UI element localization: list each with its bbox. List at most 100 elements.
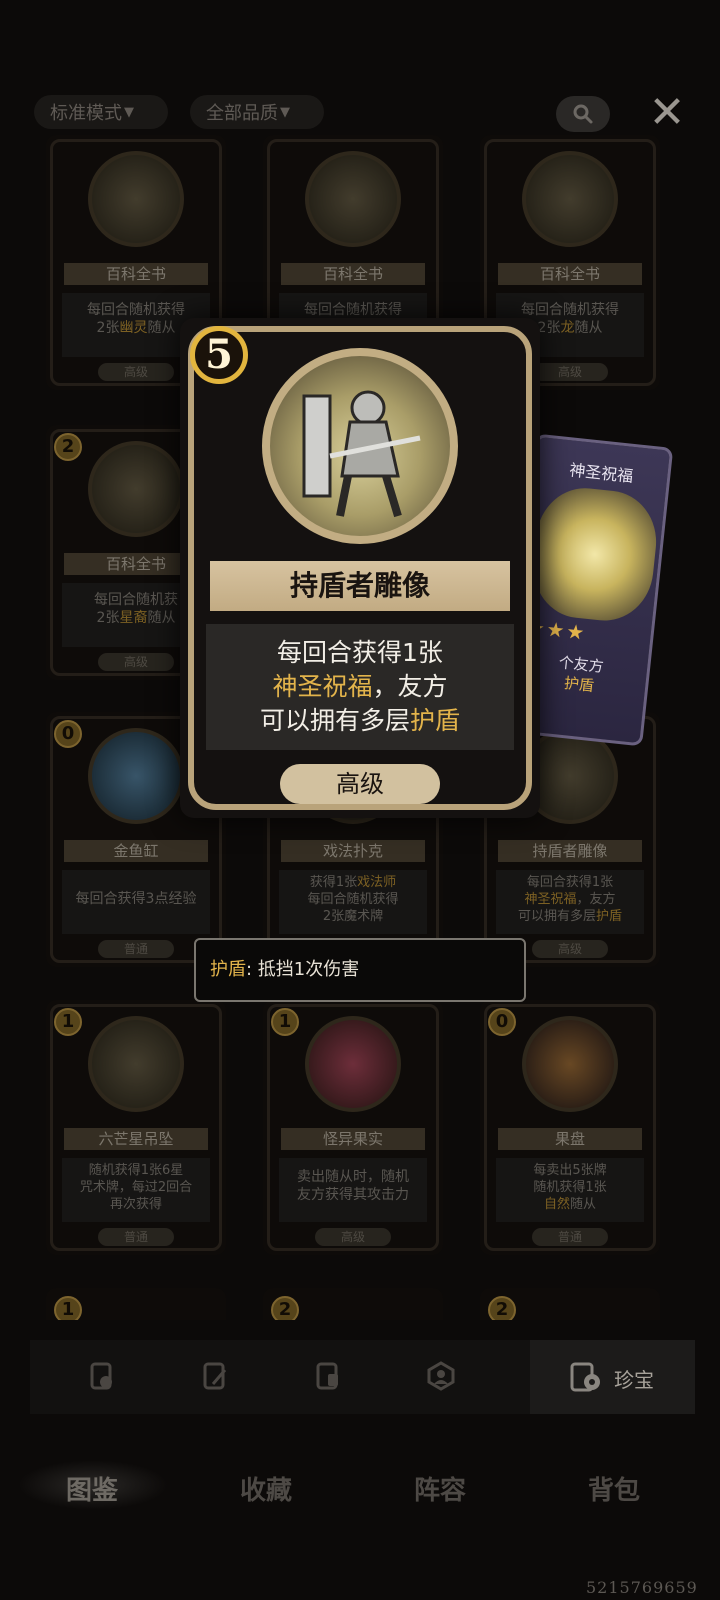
card-name: 果盘 xyxy=(498,1128,642,1150)
desc-line: 神圣祝福，友方 xyxy=(206,670,514,704)
dragonfruit-portrait xyxy=(305,1016,401,1112)
card-desc-line: 自然随从 xyxy=(496,1196,644,1213)
desc-highlight: 戏法师 xyxy=(357,875,397,890)
card-desc: 每回合获得3点经验 xyxy=(62,870,210,934)
card-name: 金鱼缸 xyxy=(64,840,208,862)
cost-badge: 1 xyxy=(271,1008,299,1036)
card-desc-line: 随机获得1张6星 xyxy=(88,1163,184,1178)
lightning-art xyxy=(528,483,662,626)
nav-codex[interactable]: 图鉴 xyxy=(32,1470,152,1507)
tab-spell-cards[interactable] xyxy=(193,1354,237,1398)
tab-heroes[interactable] xyxy=(419,1354,463,1398)
featured-rarity-badge: 高级 xyxy=(280,764,440,804)
desc-text: 2张 xyxy=(96,320,120,336)
close-button[interactable]: ✕ xyxy=(644,90,690,136)
rarity-badge: 高级 xyxy=(315,1228,391,1246)
desc-text: 可以拥有多层 xyxy=(259,706,410,735)
card-name: 戏法扑克 xyxy=(281,840,425,862)
tab-treasures[interactable]: 珍宝 xyxy=(530,1340,695,1414)
card-desc-line: 再次获得 xyxy=(109,1197,162,1212)
category-tab-bar: 珍宝 xyxy=(30,1340,695,1414)
card-desc: 每卖出5张牌 随机获得1张 自然随从 xyxy=(496,1158,644,1222)
relic-card[interactable]: 1 怪异果实 卖出随从时，随机 友方获得其攻击力 高级 xyxy=(263,1000,443,1255)
tooltip-keyword: 护盾 xyxy=(210,959,246,980)
desc-highlight: 神圣祝福 xyxy=(272,672,373,701)
pendant-portrait xyxy=(88,1016,184,1112)
desc-highlight: 自然 xyxy=(543,1197,570,1212)
rarity-badge: 高级 xyxy=(98,363,174,381)
quality-filter[interactable]: 全部品质 ▼ xyxy=(190,95,324,129)
card-desc: 获得1张戏法师 每回合随机获得 2张魔术牌 xyxy=(279,870,427,934)
featured-card[interactable]: 5 持盾者雕像 每回合获得1张 神圣祝福，友方 可以拥有多层护盾 高级 xyxy=(180,318,540,818)
nav-backpack[interactable]: 背包 xyxy=(554,1470,674,1507)
desc-line: 可以拥有多层护盾 xyxy=(206,704,514,738)
desc-highlight: 幽灵 xyxy=(119,320,148,336)
rarity-badge: 普通 xyxy=(532,1228,608,1246)
book-portrait xyxy=(88,441,184,537)
featured-card-desc: 每回合获得1张 神圣祝福，友方 可以拥有多层护盾 xyxy=(206,624,514,750)
featured-card-name: 持盾者雕像 xyxy=(210,561,510,611)
card-desc-line: 咒术牌，每过2回合 xyxy=(79,1180,193,1195)
desc-text: ，友方 xyxy=(372,672,448,701)
card-desc-line: 友方获得其攻击力 xyxy=(297,1187,409,1203)
knight-icon xyxy=(302,390,421,518)
desc-line: 每回合获得1张 xyxy=(277,638,443,667)
keyword-tooltip: 护盾: 抵挡1次伤害 xyxy=(194,938,526,1002)
relic-card[interactable]: 0 果盘 每卖出5张牌 随机获得1张 自然随从 普通 xyxy=(480,1000,660,1255)
card-desc-line: 每回合随机获得 xyxy=(87,302,185,318)
partial-card-row: 1 2 2 xyxy=(0,1288,720,1320)
card-desc-line: 每回合随机获得 xyxy=(521,302,619,318)
desc-text: 随从 xyxy=(147,610,176,626)
tab-treasures-label: 珍宝 xyxy=(614,1368,654,1392)
card-name: 持盾者雕像 xyxy=(498,840,642,862)
card-name: 怪异果实 xyxy=(281,1128,425,1150)
book-portrait xyxy=(522,151,618,247)
cost-badge: 2 xyxy=(271,1296,299,1320)
book-portrait xyxy=(305,151,401,247)
cost-badge: 1 xyxy=(54,1008,82,1036)
card-desc: 每回合获得1张 神圣祝福，友方 可以拥有多层护盾 xyxy=(496,870,644,934)
card-desc-line: 可以拥有多层护盾 xyxy=(496,908,644,925)
relic-card[interactable]: 1 六芒星吊坠 随机获得1张6星 咒术牌，每过2回合 再次获得 普通 xyxy=(46,1000,226,1255)
desc-text: 随从 xyxy=(574,320,603,336)
cost-badge: 2 xyxy=(488,1296,516,1320)
desc-highlight: 护盾 xyxy=(596,909,623,924)
cost-badge: 2 xyxy=(54,433,82,461)
fruit-plate-portrait xyxy=(522,1016,618,1112)
rarity-badge: 普通 xyxy=(98,940,174,958)
desc-highlight: 神圣祝福 xyxy=(524,892,577,907)
card-desc: 卖出随从时，随机 友方获得其攻击力 xyxy=(279,1158,427,1222)
search-button[interactable] xyxy=(556,96,610,132)
mode-filter[interactable]: 标准模式 ▼ xyxy=(34,95,168,129)
card-desc-line: 卖出随从时，随机 xyxy=(297,1169,409,1185)
bottom-nav: 图鉴 收藏 阵容 背包 xyxy=(0,1440,720,1560)
search-icon xyxy=(573,104,593,124)
blessing-title: 神圣祝福 xyxy=(568,460,635,486)
tab-minion-cards[interactable] xyxy=(80,1354,124,1398)
dropdown-triangle-icon: ▼ xyxy=(280,104,290,120)
nav-collection[interactable]: 收藏 xyxy=(206,1470,326,1507)
card-name: 百科全书 xyxy=(281,263,425,285)
desc-highlight: 护盾 xyxy=(410,706,461,735)
desc-text: 随从 xyxy=(570,1197,597,1212)
rarity-badge: 普通 xyxy=(98,1228,174,1246)
cost-badge: 0 xyxy=(54,720,82,748)
cost-badge: 0 xyxy=(488,1008,516,1036)
card-desc: 随机获得1张6星 咒术牌，每过2回合 再次获得 xyxy=(62,1158,210,1222)
desc-text: 随从 xyxy=(147,320,176,336)
desc-text: 2张 xyxy=(96,610,120,626)
nav-lineup[interactable]: 阵容 xyxy=(380,1470,500,1507)
card-stack-icon xyxy=(90,1362,112,1390)
card-desc-line: 每回合随机获得 xyxy=(307,892,399,907)
card-desc-line: 2张魔术牌 xyxy=(322,909,384,924)
card-desc-line: 每回合获得3点经验 xyxy=(75,891,197,907)
hero-portrait-icon xyxy=(427,1361,455,1391)
card-name: 百科全书 xyxy=(498,263,642,285)
tab-other-cards[interactable] xyxy=(306,1354,350,1398)
spell-card-icon xyxy=(203,1362,227,1390)
close-icon: ✕ xyxy=(648,87,686,138)
rarity-badge: 高级 xyxy=(98,653,174,671)
treasure-icon xyxy=(570,1362,600,1392)
fishbowl-portrait xyxy=(88,728,184,824)
mode-filter-label: 标准模式 xyxy=(50,103,122,124)
